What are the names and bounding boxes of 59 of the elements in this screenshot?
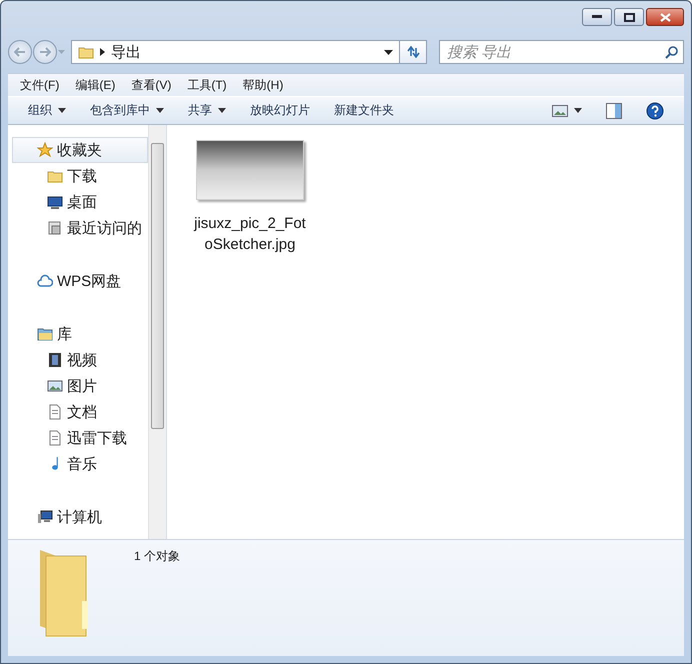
minimize-icon [592, 15, 602, 19]
close-button[interactable] [646, 8, 684, 26]
film-icon [47, 352, 63, 368]
nav-item[interactable]: 下载 [10, 163, 148, 189]
music-note-icon [51, 456, 59, 472]
toolbar-button[interactable]: 组织 [18, 99, 76, 122]
computer-icon [37, 509, 53, 525]
dropdown-arrow-icon [156, 108, 164, 113]
dropdown-arrow-icon [218, 108, 226, 113]
toolbar-button[interactable]: 放映幻灯片 [240, 99, 320, 122]
maximize-button[interactable] [614, 8, 644, 26]
dropdown-arrow-icon[interactable] [384, 50, 393, 54]
toolbar-button[interactable]: 包含到库中 [80, 99, 174, 122]
close-icon [660, 12, 670, 22]
search-icon [665, 46, 678, 58]
menu-item[interactable]: 文件(F) [12, 74, 68, 96]
nav-item[interactable]: 计算机 [12, 504, 148, 530]
nav-item[interactable]: 收藏夹 [12, 137, 148, 163]
menu-item[interactable]: 帮助(H) [234, 74, 292, 96]
forward-arrow-icon [39, 47, 51, 57]
item-count: 1 个对象 [134, 548, 180, 565]
path-segment[interactable]: 导出 [111, 42, 378, 62]
nav-item[interactable]: 文档 [10, 399, 148, 425]
documents-icon [47, 220, 63, 236]
picture-icon [552, 104, 568, 116]
pane-icon [606, 102, 622, 118]
nav-item[interactable]: 图片 [10, 373, 148, 399]
refresh-icon [406, 46, 420, 58]
address-bar[interactable]: 导出 [71, 40, 400, 64]
nav-item[interactable]: 库 [12, 321, 148, 347]
document-icon [47, 430, 63, 446]
file-item[interactable]: jisuxz_pic_2_FotoSketcher.jpg [187, 137, 313, 258]
maximize-icon [624, 12, 634, 22]
toolbar-button[interactable]: 新建文件夹 [324, 99, 404, 122]
chevron-icon [100, 48, 105, 56]
nav-item[interactable]: 音乐 [10, 451, 148, 477]
nav-item[interactable]: 视频 [10, 347, 148, 373]
scrollbar[interactable] [148, 125, 166, 539]
cloud-icon [37, 273, 53, 289]
menu-item[interactable]: 编辑(E) [67, 74, 124, 96]
folder-icon [37, 326, 53, 342]
nav-item[interactable]: 最近访问的 [10, 215, 148, 241]
minimize-button[interactable] [582, 8, 612, 26]
monitor-icon [47, 194, 63, 210]
dropdown-arrow-icon [574, 108, 582, 113]
menu-item[interactable]: 工具(T) [179, 74, 235, 96]
nav-item[interactable]: 迅雷下载 [10, 425, 148, 451]
toolbar-button[interactable]: 共享 [178, 99, 236, 122]
menu-item[interactable]: 查看(V) [123, 74, 180, 96]
nav-item[interactable]: 桌面 [10, 189, 148, 215]
help-icon [646, 102, 664, 120]
star-icon [37, 142, 53, 158]
refresh-button[interactable] [399, 40, 427, 64]
picture-icon [47, 378, 63, 394]
nav-item[interactable]: WPS网盘 [12, 268, 148, 294]
search-box[interactable]: 搜索 导出 [439, 40, 684, 64]
dropdown-arrow-icon [58, 108, 66, 113]
back-arrow-icon [14, 47, 26, 57]
document-icon [47, 404, 63, 420]
